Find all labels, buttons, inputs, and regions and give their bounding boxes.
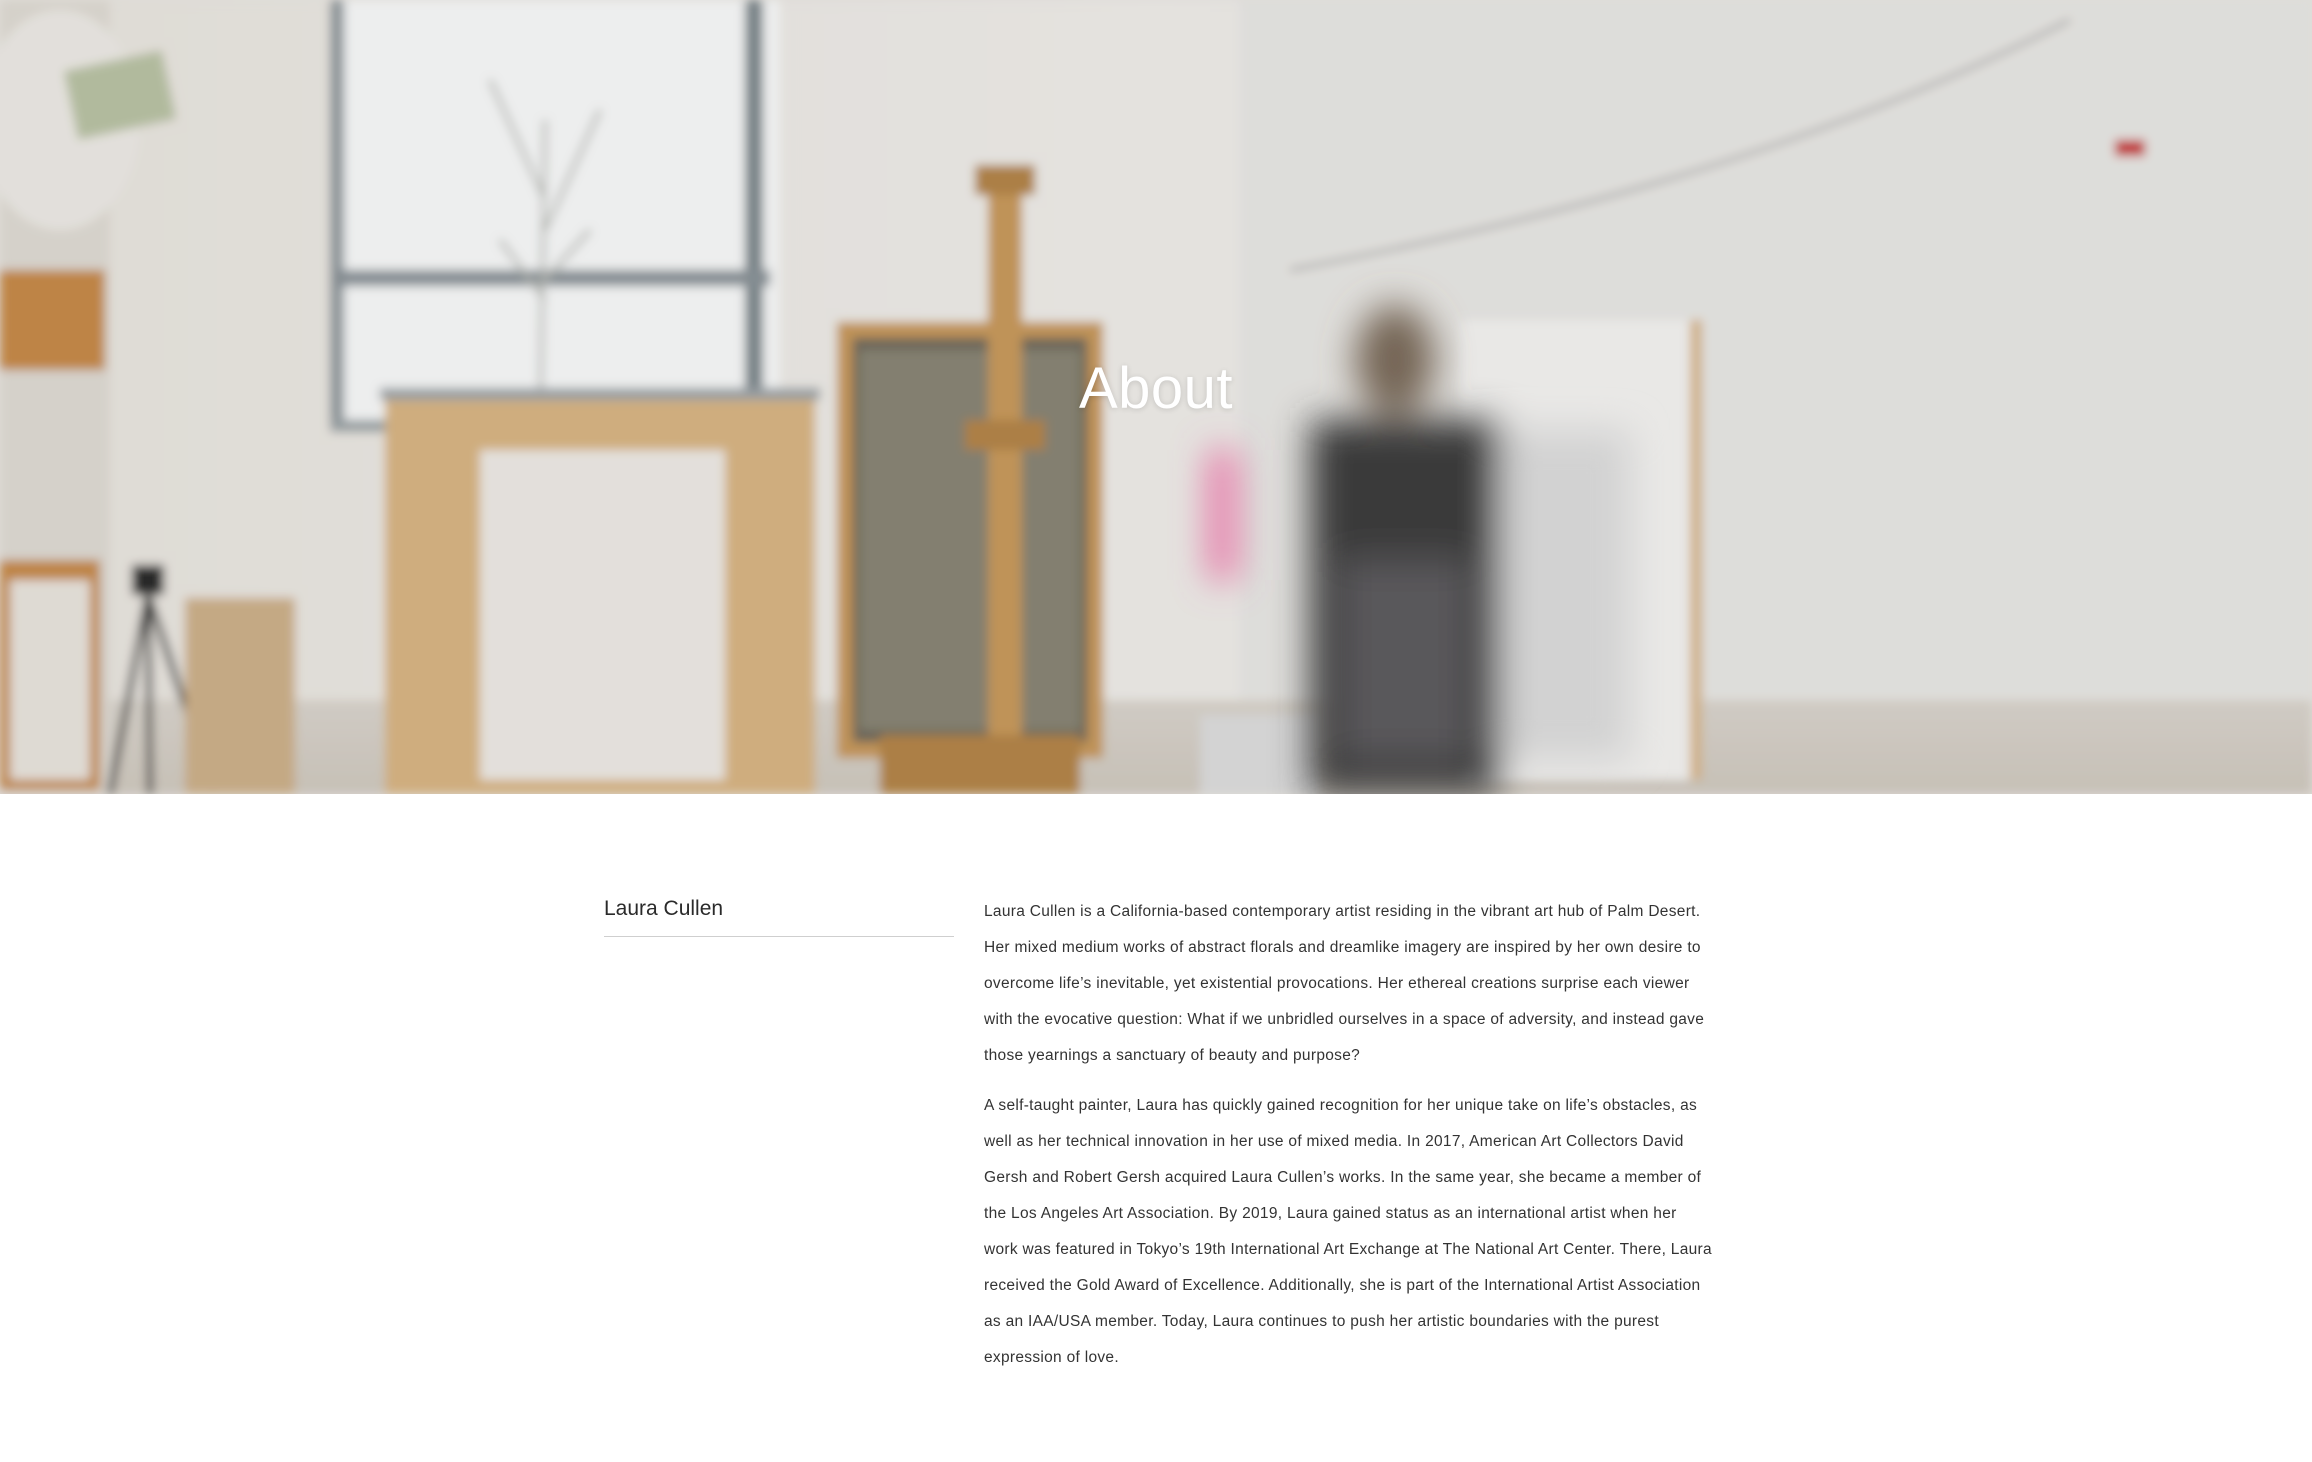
bio-paragraph: Laura Cullen is a California-based conte…: [984, 903, 1705, 1064]
about-content: Laura Cullen Laura Cullen is a Californi…: [0, 794, 2312, 1462]
page-title: About: [1078, 356, 1234, 421]
artist-bio: Laura Cullen is a California-based conte…: [984, 894, 1714, 1390]
artist-name: Laura Cullen: [604, 894, 954, 937]
bio-paragraph: A self-taught painter, Laura has quickly…: [984, 1097, 1712, 1366]
hero-banner: About: [0, 0, 2312, 794]
artist-name-block: Laura Cullen: [604, 894, 954, 937]
